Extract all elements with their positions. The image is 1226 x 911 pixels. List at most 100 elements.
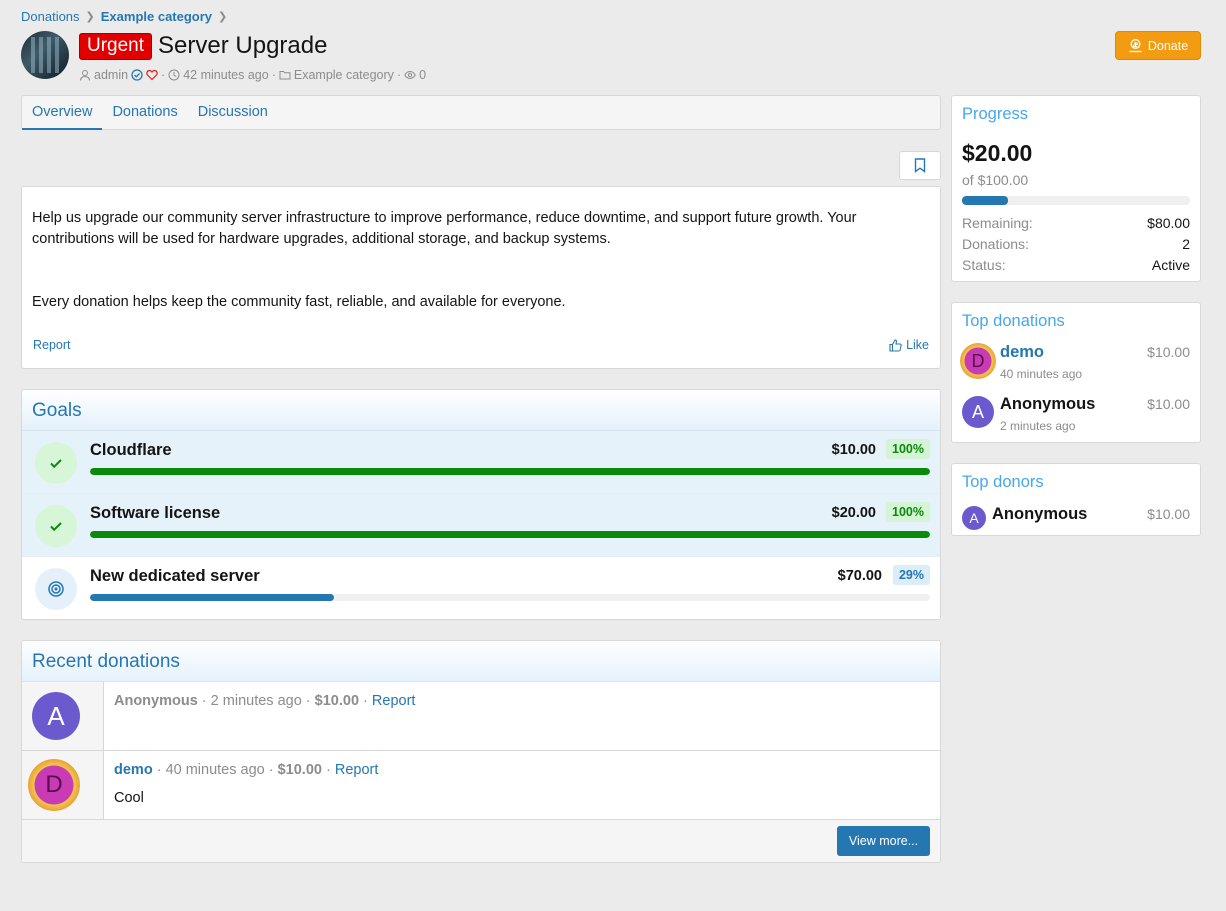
page-title-row: Urgent Server Upgrade	[79, 32, 327, 60]
breadcrumb-donations[interactable]: Donations	[21, 9, 80, 24]
top-donation-item: A Anonymous 2 minutes ago $10.00	[962, 394, 1190, 434]
tab-donations[interactable]: Donations	[102, 96, 187, 129]
donation-amount: $10.00	[1147, 506, 1190, 522]
page-avatar	[21, 31, 69, 79]
donation-time: 2 minutes ago	[210, 693, 302, 709]
progress-bar	[962, 196, 1190, 205]
chevron-right-icon: ❯	[85, 11, 95, 23]
urgent-badge: Urgent	[79, 32, 153, 60]
tab-overview[interactable]: Overview	[22, 96, 103, 130]
report-link[interactable]: Report	[372, 693, 416, 709]
view-more-button[interactable]: View more...	[837, 826, 930, 856]
stat-donations: Donations: 2	[962, 236, 1190, 252]
goals-title: Goals	[22, 390, 940, 431]
avatar[interactable]: A	[962, 506, 986, 530]
goal-item: New dedicated server $70.00 29%	[22, 557, 940, 619]
donor-name: Anonymous	[1000, 395, 1096, 413]
donor-name[interactable]: demo	[114, 762, 153, 778]
donor-name: Anonymous	[114, 693, 198, 709]
donor-name[interactable]: demo	[1000, 343, 1044, 362]
goal-name: Software license	[90, 504, 221, 522]
page-meta: admin · 42 minutes ago · Example categor…	[79, 68, 426, 82]
donation-amount: $10.00	[314, 693, 360, 709]
goal-percent: 100%	[886, 502, 930, 522]
verified-icon	[131, 69, 143, 81]
goal-item: Cloudflare $10.00 100%	[22, 431, 940, 494]
donate-label: Donate	[1147, 38, 1189, 53]
goal-name: Cloudflare	[90, 441, 172, 459]
post-category[interactable]: Example category	[294, 68, 394, 82]
top-donations-block: Top donations D demo 40 minutes ago $10.…	[951, 302, 1201, 443]
author-name[interactable]: admin	[94, 68, 128, 82]
donor-name: Anonymous	[992, 505, 1088, 523]
tab-bar: Overview Donations Discussion	[21, 95, 941, 130]
donate-button[interactable]: Donate	[1115, 31, 1201, 60]
page-title: Server Upgrade	[158, 32, 328, 59]
goal-name: New dedicated server	[90, 567, 260, 585]
eye-icon	[404, 70, 416, 80]
goal-percent: 100%	[886, 439, 930, 459]
goals-block: Goals Cloudflare $10.00 100% Software li…	[21, 389, 941, 620]
donation-time: 40 minutes ago	[1000, 367, 1083, 381]
like-button[interactable]: Like	[889, 338, 929, 352]
folder-icon	[279, 71, 291, 80]
chevron-right-icon: ❯	[218, 11, 228, 23]
recent-donations-block: Recent donations A Anonymous · 2 minutes…	[21, 640, 941, 863]
raised-amount: $20.00	[962, 140, 1033, 166]
goal-progress-bar	[90, 468, 930, 475]
breadcrumb: Donations ❯ Example category ❯	[21, 9, 227, 24]
bookmark-icon	[914, 158, 926, 173]
goal-item: Software license $20.00 100%	[22, 494, 940, 557]
donation-row: D demo · 40 minutes ago · $10.00 · Repor…	[22, 751, 940, 820]
view-count: 0	[419, 68, 427, 82]
check-icon	[35, 442, 77, 484]
like-label: Like	[906, 338, 929, 352]
donation-row: A Anonymous · 2 minutes ago · $10.00 · R…	[22, 682, 940, 751]
breadcrumb-category[interactable]: Example category	[101, 9, 212, 24]
top-donors-title: Top donors	[962, 473, 1044, 491]
goal-total: of $100.00	[962, 172, 1029, 188]
top-donations-title: Top donations	[962, 312, 1065, 330]
donation-amount: $10.00	[277, 762, 322, 778]
donation-meta: demo · 40 minutes ago · $10.00 · Report	[114, 762, 379, 778]
recent-donations-footer	[22, 820, 940, 862]
check-icon	[35, 505, 77, 547]
thumbs-up-icon	[889, 338, 902, 352]
clock-icon	[168, 69, 180, 81]
recent-donations-title: Recent donations	[22, 641, 940, 682]
donation-time: 40 minutes ago	[165, 762, 265, 778]
bookmark-button[interactable]	[899, 151, 941, 180]
donation-amount: $10.00	[1147, 396, 1190, 412]
donation-message: Cool	[114, 790, 144, 806]
donation-meta: Anonymous · 2 minutes ago · $10.00 · Rep…	[114, 693, 416, 709]
goal-progress-bar	[90, 531, 930, 538]
top-donors-block: Top donors A Anonymous $10.00	[951, 463, 1201, 536]
avatar[interactable]: D	[28, 759, 80, 811]
description-paragraph: Every donation helps keep the community …	[32, 294, 566, 310]
post-time: 42 minutes ago	[183, 68, 269, 82]
report-link[interactable]: Report	[33, 338, 71, 352]
goal-amount: $70.00	[837, 568, 882, 584]
top-donation-item: D demo 40 minutes ago $10.00	[960, 342, 1190, 382]
donate-icon	[1129, 39, 1142, 53]
stat-remaining: Remaining: $80.00	[962, 215, 1190, 231]
heart-icon	[146, 69, 158, 81]
donation-amount: $10.00	[1147, 344, 1190, 360]
goal-amount: $10.00	[831, 442, 876, 458]
description-paragraph: Help us upgrade our community server inf…	[32, 210, 857, 247]
top-donor-item: A Anonymous $10.00	[962, 505, 1190, 545]
target-icon	[35, 568, 77, 610]
stat-status: Status: Active	[962, 257, 1190, 273]
avatar[interactable]: A	[962, 396, 994, 428]
report-link[interactable]: Report	[335, 762, 379, 778]
avatar[interactable]: D	[960, 343, 996, 379]
progress-title: Progress	[962, 105, 1029, 123]
user-icon	[80, 70, 90, 81]
goal-percent: 29%	[892, 565, 930, 585]
progress-block: Progress $20.00 of $100.00 Remaining: $80…	[951, 95, 1201, 282]
avatar[interactable]: A	[32, 692, 80, 740]
donation-time: 2 minutes ago	[1000, 419, 1076, 433]
tab-discussion[interactable]: Discussion	[188, 96, 278, 129]
goal-amount: $20.00	[831, 505, 876, 521]
goal-progress-bar	[90, 594, 930, 601]
